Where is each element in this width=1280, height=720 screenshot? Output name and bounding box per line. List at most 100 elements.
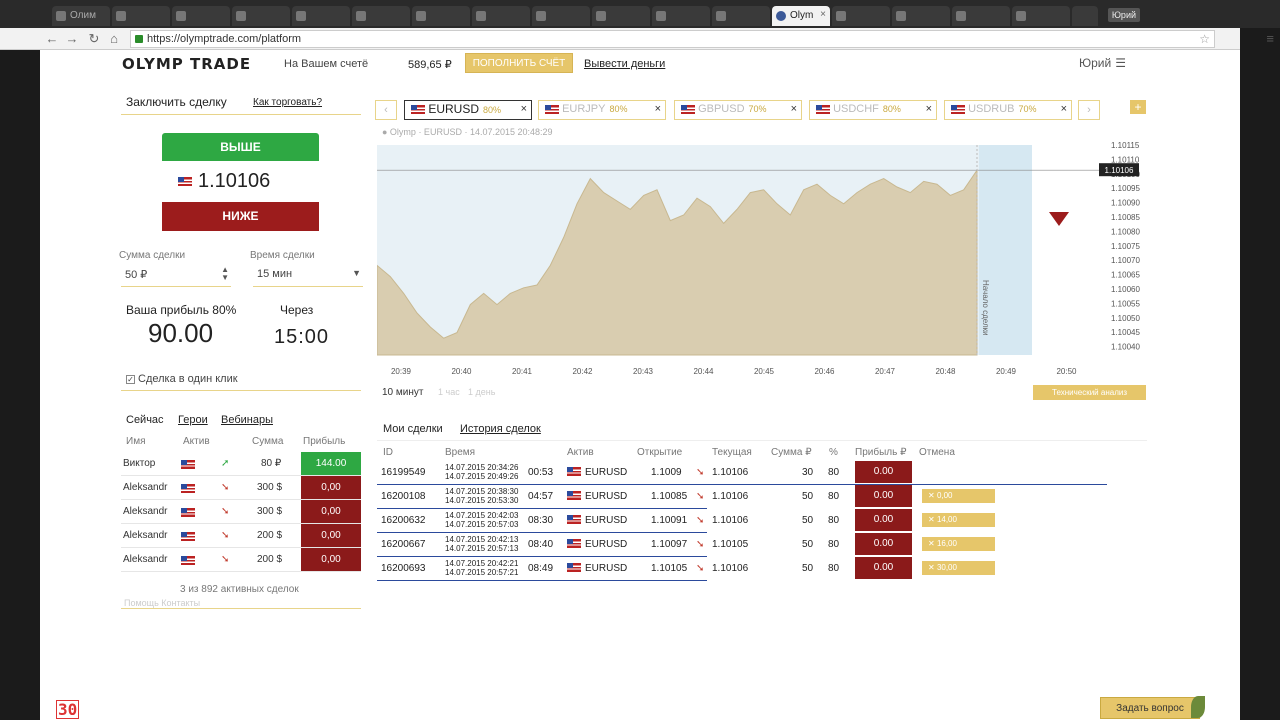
timeframe-active[interactable]: 10 минут	[382, 387, 423, 398]
home-icon[interactable]: ⌂	[106, 31, 122, 47]
y-tick-label: 1.10060	[1111, 285, 1140, 294]
time-select[interactable]: 15 мин ▼	[253, 264, 363, 284]
live-profit: 144.00	[301, 452, 361, 475]
browser-tab-active[interactable]: Olym ×	[772, 6, 830, 26]
browser-tab[interactable]: Олим	[52, 6, 110, 26]
arrow-down-icon: ➘	[221, 530, 230, 541]
browser-tab[interactable]	[172, 6, 230, 26]
cancel-deal-button[interactable]: ✕ 0,00	[922, 489, 995, 503]
close-icon[interactable]: ×	[791, 103, 797, 115]
address-bar[interactable]: https://olymptrade.com/platform ☆	[130, 30, 1215, 48]
tech-analysis-button[interactable]: Технический анализ	[1033, 385, 1146, 400]
olymp-trade-logo[interactable]: OLYMP TRADE	[122, 55, 251, 73]
expiry-value: 15:00	[274, 326, 330, 348]
chevron-right-icon[interactable]: ›	[1078, 100, 1100, 120]
deal-left: 08:49	[528, 563, 554, 574]
asset-tab-usdrub[interactable]: USDRUB 70% ×	[944, 100, 1072, 120]
browser-profile-chip[interactable]: Юрий	[1107, 8, 1140, 22]
withdraw-link[interactable]: Вывести деньги	[584, 58, 665, 70]
close-icon[interactable]: ×	[926, 103, 932, 115]
col-profit: Прибыль	[303, 436, 346, 447]
y-tick-label: 1.10110	[1111, 155, 1140, 164]
cancel-deal-button[interactable]: ✕ 30,00	[922, 561, 995, 575]
lower-button[interactable]: НИЖЕ	[162, 202, 319, 231]
close-tab-icon[interactable]: ×	[820, 9, 826, 20]
browser-tab[interactable]	[1012, 6, 1070, 26]
topup-button[interactable]: ПОПОЛНИТЬ СЧЁТ	[465, 53, 573, 73]
higher-button[interactable]: ВЫШЕ	[162, 133, 319, 161]
asset-tab-eurusd[interactable]: EURUSD 80% ×	[404, 100, 532, 120]
back-icon[interactable]: ←	[44, 31, 60, 47]
col-asset: Актив	[183, 436, 210, 447]
deal-row: 16200108 14.07.2015 20:38:30 14.07.2015 20…	[377, 485, 1107, 509]
footer-links[interactable]: Помощь Контакты	[124, 598, 200, 608]
amount-stepper-icon[interactable]: ▲ ▼	[221, 266, 229, 282]
y-tick-label: 1.10115	[1111, 141, 1140, 150]
new-tab-button[interactable]	[1072, 6, 1098, 26]
browser-tab[interactable]	[232, 6, 290, 26]
col-name: Имя	[126, 436, 146, 447]
browser-tab[interactable]	[832, 6, 890, 26]
asset-tab-gbpusd[interactable]: GBPUSD 70% ×	[674, 100, 802, 120]
amount-input[interactable]: 50 ₽ ▲ ▼	[121, 264, 231, 284]
hamburger-icon[interactable]: ☰	[1115, 56, 1126, 70]
browser-tab[interactable]	[592, 6, 650, 26]
col-amount: Сумма	[252, 436, 284, 447]
us-flag-icon	[181, 531, 195, 542]
col-percent: %	[829, 447, 838, 458]
tab-my-deals[interactable]: Мои сделки	[383, 423, 443, 435]
live-profit: 0,00	[301, 548, 361, 571]
close-icon[interactable]: ×	[521, 103, 527, 115]
favicon-icon	[536, 11, 546, 21]
cancel-deal-button[interactable]: ✕ 14,00	[922, 513, 995, 527]
reload-icon[interactable]: ↻	[86, 31, 102, 47]
forward-icon[interactable]: →	[64, 31, 80, 47]
bookmark-star-icon[interactable]: ☆	[1199, 32, 1210, 46]
x-tick-label: 20:49	[996, 367, 1017, 376]
browser-tab[interactable]	[532, 6, 590, 26]
browser-tab[interactable]	[112, 6, 170, 26]
browser-menu-icon[interactable]: ≡	[1266, 31, 1274, 46]
tab-deal-history[interactable]: История сделок	[460, 423, 541, 435]
x-tick-label: 20:50	[1056, 367, 1077, 376]
price-chart[interactable]: Начало сделки 20:39 20:40 20:41 20:42 20:43 20…	[376, 140, 1147, 380]
timeframe-option[interactable]: 1 день	[468, 387, 495, 397]
one-click-toggle[interactable]: ✓ Сделка в один клик	[126, 373, 238, 385]
add-asset-icon[interactable]: +	[1130, 100, 1146, 114]
deal-time: 14.07.2015 20:42:13 14.07.2015 20:57:13	[445, 535, 519, 553]
browser-tab[interactable]	[292, 6, 350, 26]
browser-tab[interactable]	[952, 6, 1010, 26]
y-tick-label: 1.10080	[1111, 227, 1140, 236]
chevron-left-icon[interactable]: ‹	[375, 100, 397, 120]
browser-tab[interactable]	[652, 6, 710, 26]
deal-row: 16200667 14.07.2015 20:42:13 14.07.2015 20…	[377, 533, 1107, 557]
deal-left: 04:57	[528, 491, 554, 502]
browser-tab[interactable]	[892, 6, 950, 26]
cancel-deal-button[interactable]: ✕ 16,00	[922, 537, 995, 551]
browser-tab[interactable]	[412, 6, 470, 26]
ask-question-button[interactable]: Задать вопрос	[1100, 696, 1205, 719]
close-icon[interactable]: ×	[655, 103, 661, 115]
favicon-icon	[776, 11, 786, 21]
y-tick-label: 1.10075	[1111, 242, 1140, 251]
x-tick-label: 20:48	[935, 367, 956, 376]
tab-now[interactable]: Сейчас	[126, 414, 164, 426]
asset-tab-eurjpy[interactable]: EURJPY 80% ×	[538, 100, 666, 120]
browser-tab[interactable]	[352, 6, 410, 26]
deal-id: 16200632	[381, 515, 426, 526]
tab-heroes[interactable]: Герои	[178, 414, 208, 426]
deal-asset: EURUSD	[585, 563, 628, 574]
browser-tab[interactable]	[472, 6, 530, 26]
y-tick-label: 1.10040	[1111, 343, 1140, 352]
user-menu[interactable]: Юрий ☰	[1079, 56, 1126, 70]
browser-tab[interactable]	[712, 6, 770, 26]
active-deals-count: 3 из 892 активных сделок	[180, 584, 299, 595]
timeframe-option[interactable]: 1 час	[438, 387, 460, 397]
tab-webinars[interactable]: Вебинары	[221, 414, 273, 426]
close-icon[interactable]: ×	[1061, 103, 1067, 115]
how-to-trade-link[interactable]: Как торговать?	[253, 97, 322, 108]
checkbox-icon[interactable]: ✓	[126, 374, 135, 384]
favicon-icon	[896, 11, 906, 21]
x-tick-label: 20:42	[572, 367, 593, 376]
asset-tab-usdchf[interactable]: USDCHF 80% ×	[809, 100, 937, 120]
